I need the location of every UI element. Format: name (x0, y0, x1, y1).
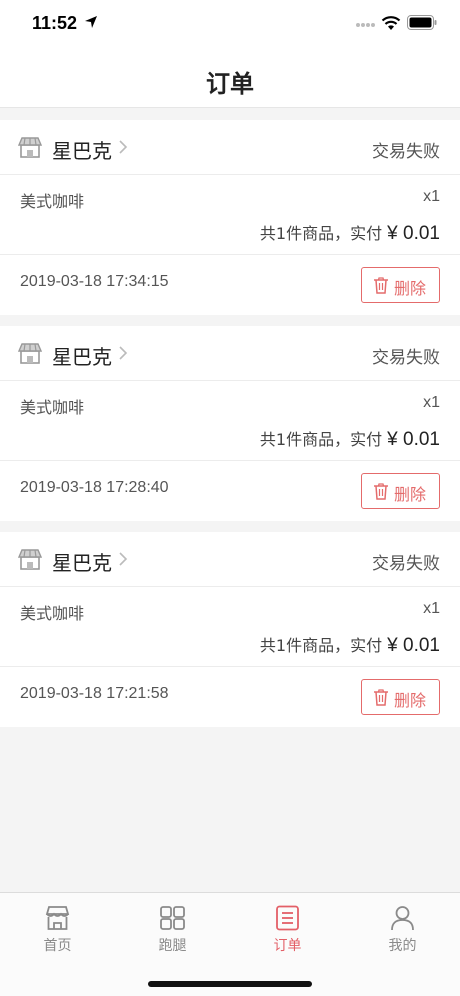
wifi-icon (381, 16, 401, 30)
trash-icon (374, 689, 388, 706)
tab-profile[interactable]: 我的 (345, 893, 460, 963)
store-name[interactable]: 星巴克 (52, 341, 112, 370)
order-card: 星巴克 交易失败 美式咖啡 x1 共1件商品，实付 ¥ 0.01 2019-03… (0, 120, 460, 315)
order-status: 交易失败 (372, 348, 440, 368)
grid-icon (160, 906, 185, 930)
order-price: ¥ 0.01 (387, 635, 440, 656)
delete-button[interactable]: 删除 (361, 267, 440, 303)
store-icon (45, 906, 70, 930)
delete-button[interactable]: 删除 (361, 473, 440, 509)
product-name: 美式咖啡 (20, 192, 85, 211)
status-time: 11:52 (32, 13, 78, 33)
order-time: 2019-03-18 17:34:15 (20, 273, 169, 290)
order-footer: 2019-03-18 17:34:15 删除 (0, 255, 460, 315)
order-price: ¥ 0.01 (387, 223, 440, 244)
chevron-right-icon (119, 346, 128, 360)
product-quantity: x1 (423, 600, 440, 617)
store-name[interactable]: 星巴克 (52, 547, 112, 576)
summary-text: 共1件商品，实付 (259, 224, 383, 243)
order-items: 美式咖啡 x1 共1件商品，实付 ¥ 0.01 (0, 381, 460, 461)
tab-label: 订单 (273, 938, 302, 954)
store-icon (18, 549, 42, 570)
order-summary: 共1件商品，实付 ¥ 0.01 (260, 632, 440, 657)
tab-errand[interactable]: 跑腿 (115, 893, 230, 963)
delete-button-label: 删除 (394, 691, 427, 710)
order-store-header[interactable]: 星巴克 交易失败 (0, 120, 460, 175)
order-status: 交易失败 (372, 142, 440, 162)
order-store-header[interactable]: 星巴克 交易失败 (0, 326, 460, 381)
order-time: 2019-03-18 17:28:40 (20, 479, 169, 496)
order-summary: 共1件商品，实付 ¥ 0.01 (260, 426, 440, 451)
order-card: 星巴克 交易失败 美式咖啡 x1 共1件商品，实付 ¥ 0.01 2019-03… (0, 532, 460, 727)
product-quantity: x1 (423, 394, 440, 411)
delete-button-label: 删除 (394, 485, 427, 504)
tab-label: 首页 (43, 938, 72, 954)
order-footer: 2019-03-18 17:28:40 删除 (0, 461, 460, 521)
order-items: 美式咖啡 x1 共1件商品，实付 ¥ 0.01 (0, 175, 460, 255)
nav-bar: 订单 (0, 50, 460, 108)
summary-text: 共1件商品，实付 (259, 636, 383, 655)
order-items: 美式咖啡 x1 共1件商品，实付 ¥ 0.01 (0, 587, 460, 667)
trash-icon (374, 277, 388, 294)
page-title: 订单 (206, 70, 254, 98)
location-arrow-icon (85, 16, 97, 28)
tab-label: 跑腿 (158, 938, 187, 954)
chevron-right-icon (119, 552, 128, 566)
status-bar: 11:52 (0, 0, 460, 50)
store-icon (18, 343, 42, 364)
order-list-icon (276, 905, 299, 931)
order-summary: 共1件商品，实付 ¥ 0.01 (260, 220, 440, 245)
product-quantity: x1 (423, 188, 440, 205)
store-icon (18, 137, 42, 158)
delete-button-label: 删除 (394, 279, 427, 298)
summary-text: 共1件商品，实付 (259, 430, 383, 449)
order-footer: 2019-03-18 17:21:58 删除 (0, 667, 460, 727)
order-card: 星巴克 交易失败 美式咖啡 x1 共1件商品，实付 ¥ 0.01 2019-03… (0, 326, 460, 521)
store-name[interactable]: 星巴克 (52, 135, 112, 164)
order-status: 交易失败 (372, 554, 440, 574)
home-indicator (148, 981, 312, 987)
delete-button[interactable]: 删除 (361, 679, 440, 715)
trash-icon (374, 483, 388, 500)
product-name: 美式咖啡 (20, 604, 85, 623)
order-store-header[interactable]: 星巴克 交易失败 (0, 532, 460, 587)
chevron-right-icon (119, 140, 128, 154)
tab-orders[interactable]: 订单 (230, 893, 345, 963)
tab-home[interactable]: 首页 (0, 893, 115, 963)
person-icon (391, 906, 414, 931)
order-price: ¥ 0.01 (387, 429, 440, 450)
tab-label: 我的 (388, 938, 417, 954)
product-name: 美式咖啡 (20, 398, 85, 417)
order-time: 2019-03-18 17:21:58 (20, 685, 169, 702)
signal-icon (356, 23, 375, 27)
battery-icon (407, 15, 437, 30)
